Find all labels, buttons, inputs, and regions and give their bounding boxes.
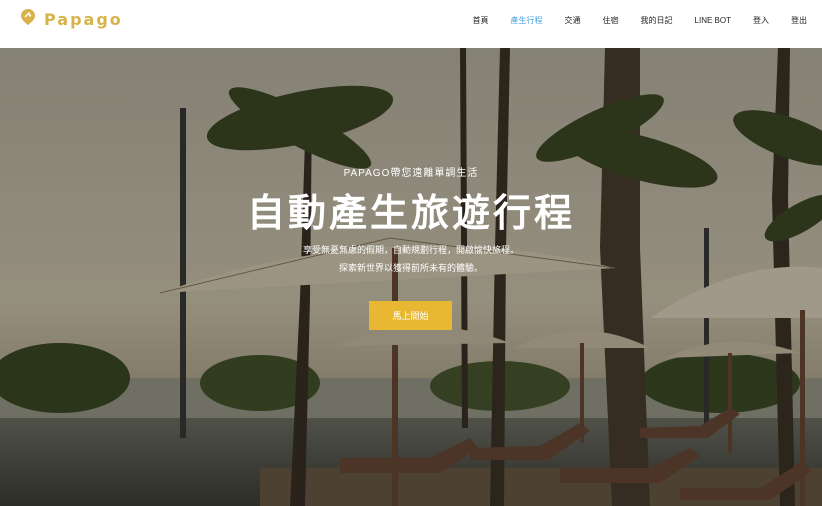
pin-icon xyxy=(20,8,36,30)
hero-tagline: PAPAGO帶您遠離單調生活 xyxy=(343,168,479,179)
brand-name: Papago xyxy=(44,9,123,29)
nav-item-home[interactable]: 首頁 xyxy=(473,15,489,26)
hero-description: 享受無憂無慮的假期，自動規劃行程，開啟愉快旅程。 探索新世界以獲得前所未有的體驗… xyxy=(0,241,822,277)
hero-description-line-1: 享受無憂無慮的假期，自動規劃行程，開啟愉快旅程。 xyxy=(302,245,519,255)
nav-item-line-bot[interactable]: LINE BOT xyxy=(695,16,731,25)
navbar: Papago 首頁 產生行程 交通 住宿 我的日記 LINE BOT 登入 登出 xyxy=(4,0,818,48)
start-now-button[interactable]: 馬上開始 xyxy=(369,301,452,330)
brand-logo[interactable]: Papago xyxy=(20,8,123,30)
nav-item-generate-itinerary[interactable]: 產生行程 xyxy=(511,15,543,26)
nav-item-lodging[interactable]: 住宿 xyxy=(603,15,619,26)
hero-overlay xyxy=(0,48,822,506)
hero-headline: 自動產生旅遊行程 xyxy=(246,191,575,235)
nav-item-transport[interactable]: 交通 xyxy=(565,15,581,26)
nav-item-login[interactable]: 登入 xyxy=(753,15,769,26)
nav-item-logout[interactable]: 登出 xyxy=(791,15,807,26)
hero-description-line-2: 探索新世界以獲得前所未有的體驗。 xyxy=(338,263,483,273)
main-nav: 首頁 產生行程 交通 住宿 我的日記 LINE BOT 登入 登出 xyxy=(462,0,818,40)
nav-item-my-diary[interactable]: 我的日記 xyxy=(641,15,673,26)
hero-section: PAPAGO帶您遠離單調生活 自動產生旅遊行程 享受無憂無慮的假期，自動規劃行程… xyxy=(0,48,822,506)
